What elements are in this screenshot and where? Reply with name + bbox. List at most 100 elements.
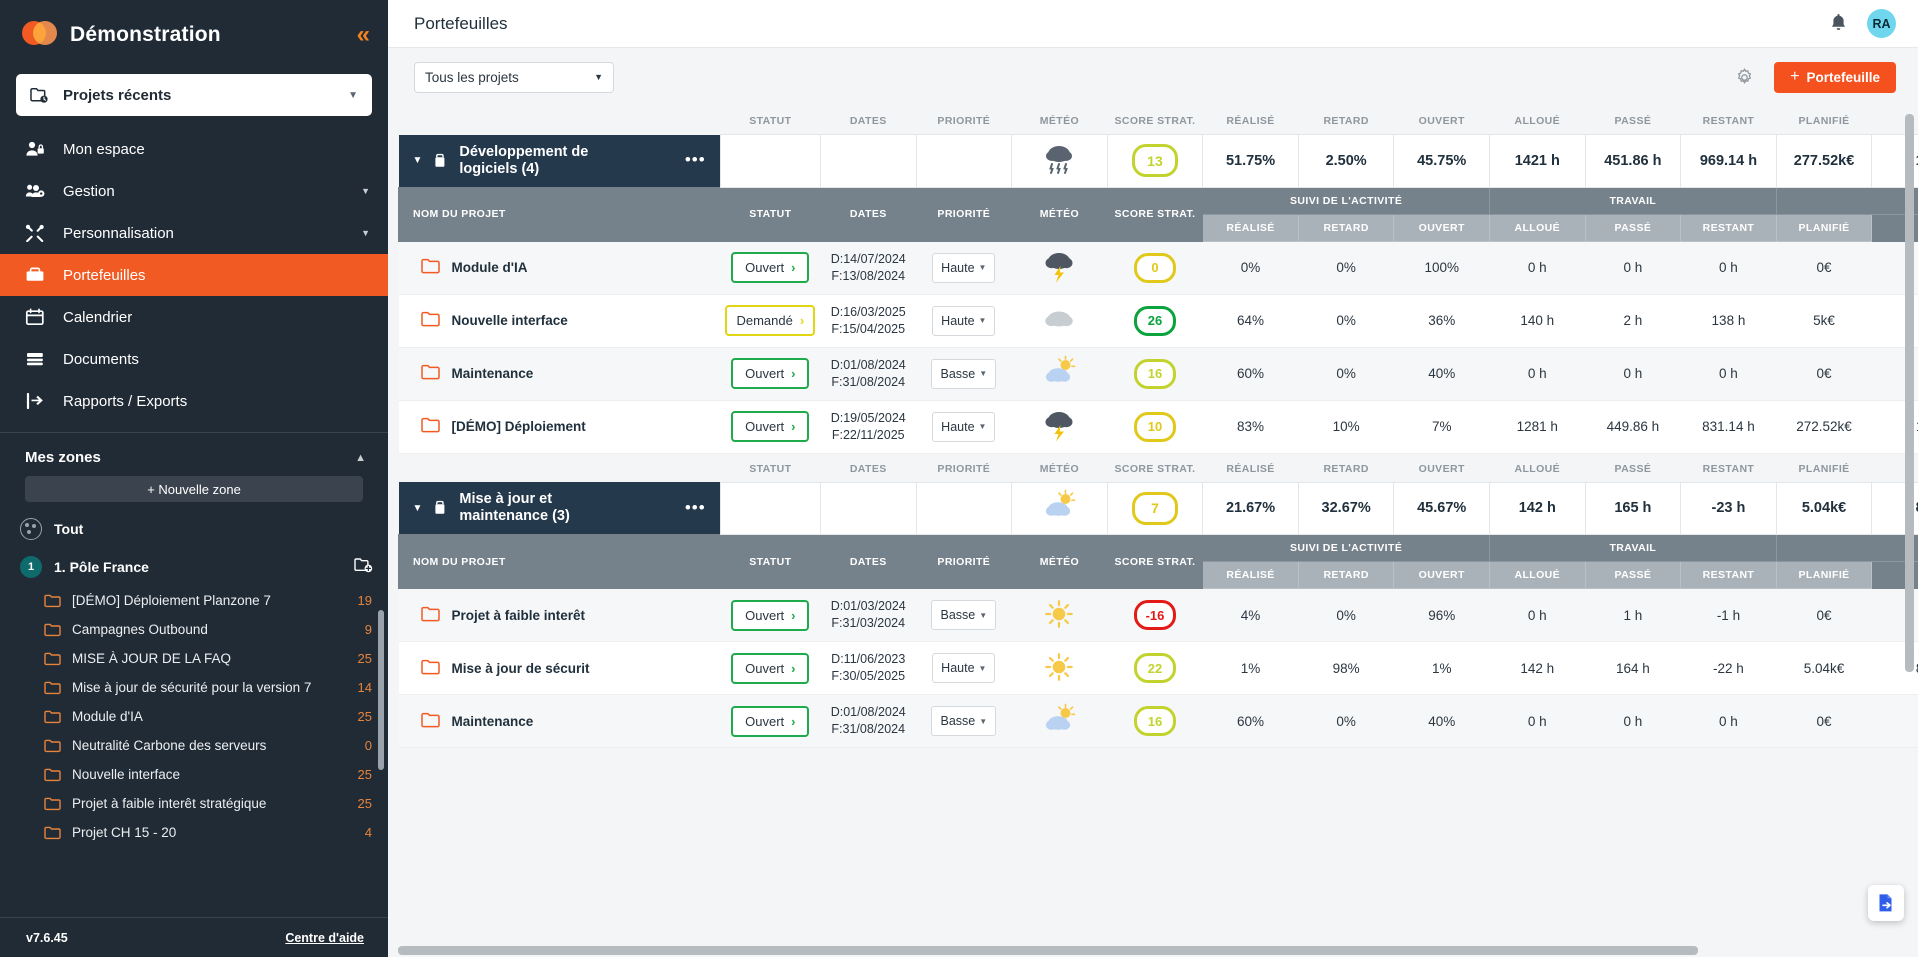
group-options-button[interactable]: ••• xyxy=(685,151,706,168)
priority-select[interactable]: Haute ▼ xyxy=(932,305,996,336)
list-item[interactable]: Projet à faible interêt stratégique 25 xyxy=(0,789,388,818)
add-folder-icon[interactable] xyxy=(354,557,374,577)
avatar[interactable]: RA xyxy=(1867,9,1896,38)
sidebar-item-rapports-exports[interactable]: Rapports / Exports xyxy=(0,380,388,422)
main-horizontal-scrollbar-thumb[interactable] xyxy=(398,946,1698,955)
project-statut-cell[interactable]: Demandé › xyxy=(720,294,821,348)
start-date: D:01/08/2024 xyxy=(830,705,906,719)
project-name-cell[interactable]: Mise à jour de sécurit xyxy=(398,641,721,695)
priority-select[interactable]: Haute ▼ xyxy=(932,411,996,442)
list-item[interactable]: Nouvelle interface 25 xyxy=(0,760,388,789)
table-row[interactable]: Maintenance Ouvert › D:01/08/2024 F:31/08… xyxy=(398,347,1918,401)
project-statut-cell[interactable]: Ouvert › xyxy=(720,347,821,401)
zone-label: Tout xyxy=(54,521,84,537)
group-title-cell[interactable]: ▼ Mise à jour et maintenance (3) ••• xyxy=(398,482,721,535)
status-badge[interactable]: Ouvert › xyxy=(731,652,810,684)
project-priorite-cell[interactable]: Basse ▼ xyxy=(916,347,1012,401)
add-portefeuille-button[interactable]: + Portefeuille xyxy=(1774,61,1896,93)
priority-select[interactable]: Haute ▼ xyxy=(932,252,996,283)
colhead-retard: RETARD xyxy=(1298,453,1394,482)
project-name-cell[interactable]: Maintenance xyxy=(398,694,721,748)
project-name-cell[interactable]: Module d'IA xyxy=(398,241,721,295)
table-row[interactable]: Maintenance Ouvert › D:01/08/2024 F:31/08… xyxy=(398,694,1918,748)
project-priorite-cell[interactable]: Haute ▼ xyxy=(916,294,1012,348)
priority-select[interactable]: Basse ▼ xyxy=(931,706,997,736)
table-row[interactable]: Module d'IA Ouvert › D:14/07/2024 F:13/08… xyxy=(398,241,1918,295)
project-score-cell: 26 xyxy=(1107,294,1203,348)
project-priorite-cell[interactable]: Basse ▼ xyxy=(916,588,1012,642)
calendar-icon xyxy=(25,308,51,326)
list-item[interactable]: Campagnes Outbound 9 xyxy=(0,615,388,644)
sidebar-item-gestion[interactable]: Gestion ▼ xyxy=(0,170,388,212)
table-row[interactable]: [DÉMO] Déploiement Ouvert › D:19/05/2024 … xyxy=(398,400,1918,454)
sidebar-item-personnalisation[interactable]: Personnalisation ▼ xyxy=(0,212,388,254)
new-zone-button[interactable]: + Nouvelle zone xyxy=(25,476,363,502)
weather-partly-cloudy-icon xyxy=(1046,355,1076,382)
zone-actions[interactable] xyxy=(354,557,374,577)
colhead-restant: RESTANT xyxy=(1680,106,1777,135)
zone-item-tout[interactable]: Tout xyxy=(0,510,388,548)
export-floating-button[interactable] xyxy=(1868,885,1904,921)
sidebar-item-documents[interactable]: Documents xyxy=(0,338,388,380)
sidebar-item-portefeuilles[interactable]: Portefeuilles xyxy=(0,254,388,296)
group-header-row[interactable]: ▼ Mise à jour et maintenance (3) ••• 7 2… xyxy=(398,481,1918,535)
table-row[interactable]: Mise à jour de sécurit Ouvert › D:11/06/2… xyxy=(398,641,1918,695)
main-vertical-scrollbar[interactable] xyxy=(1905,106,1916,957)
table-row[interactable]: Nouvelle interface Demandé › D:16/03/2025… xyxy=(398,294,1918,348)
sidebar-item-mon-espace[interactable]: Mon espace xyxy=(0,128,388,170)
collapse-sidebar-button[interactable]: « xyxy=(357,23,370,47)
project-statut-cell[interactable]: Ouvert › xyxy=(720,694,821,748)
sidebar-scrollbar-thumb[interactable] xyxy=(378,610,384,770)
project-statut-cell[interactable]: Ouvert › xyxy=(720,641,821,695)
status-badge[interactable]: Ouvert › xyxy=(731,411,810,442)
project-statut-cell[interactable]: Ouvert › xyxy=(720,588,821,642)
status-badge[interactable]: Ouvert › xyxy=(731,252,810,283)
project-name: Module d'IA xyxy=(72,709,143,724)
list-item[interactable]: Mise à jour de sécurité pour la version … xyxy=(0,673,388,702)
project-name-cell[interactable]: Nouvelle interface xyxy=(398,294,721,348)
group-header-row[interactable]: ▼ Développement de logiciels (4) ••• 13 … xyxy=(398,134,1918,188)
project-meteo-cell xyxy=(1011,400,1108,454)
list-item[interactable]: Projet CH 15 - 20 4 xyxy=(0,818,388,847)
priority-select[interactable]: Haute ▼ xyxy=(932,653,996,683)
project-ouvert-cell: 96% xyxy=(1393,588,1490,642)
colhead-passe: PASSÉ xyxy=(1585,106,1681,135)
status-badge[interactable]: Demandé › xyxy=(725,305,816,336)
sidebar-scrollbar[interactable] xyxy=(378,510,386,917)
chevron-right-icon: › xyxy=(791,660,796,676)
list-item[interactable]: [DÉMO] Déploiement Planzone 7 19 xyxy=(0,586,388,615)
project-meteo-cell xyxy=(1011,241,1108,295)
status-badge[interactable]: Ouvert › xyxy=(731,705,810,737)
project-name-cell[interactable]: Maintenance xyxy=(398,347,721,401)
priority-value: Haute xyxy=(941,419,975,434)
group-title-cell[interactable]: ▼ Développement de logiciels (4) ••• xyxy=(398,134,721,187)
list-item[interactable]: Neutralité Carbone des serveurs 0 xyxy=(0,731,388,760)
project-statut-cell[interactable]: Ouvert › xyxy=(720,400,821,454)
notifications-bell-icon[interactable] xyxy=(1830,14,1847,33)
table-row[interactable]: Projet à faible interêt Ouvert › D:01/03/… xyxy=(398,588,1918,642)
project-name-cell[interactable]: [DÉMO] Déploiement xyxy=(398,400,721,454)
zones-header[interactable]: Mes zones ▲ xyxy=(0,433,388,474)
main-vertical-scrollbar-thumb[interactable] xyxy=(1905,114,1914,672)
status-badge[interactable]: Ouvert › xyxy=(731,599,810,631)
recent-projects-selector[interactable]: Projets récents ▼ xyxy=(16,74,372,116)
project-priorite-cell[interactable]: Haute ▼ xyxy=(916,400,1012,454)
sidebar-item-calendrier[interactable]: Calendrier xyxy=(0,296,388,338)
group-collapse-caret-icon[interactable]: ▼ xyxy=(413,155,423,166)
list-item[interactable]: MISE À JOUR DE LA FAQ 25 xyxy=(0,644,388,673)
project-name-cell[interactable]: Projet à faible interêt xyxy=(398,588,721,642)
priority-select[interactable]: Basse ▼ xyxy=(931,600,997,630)
project-filter-select[interactable]: Tous les projets ▼ xyxy=(414,61,614,93)
priority-select[interactable]: Basse ▼ xyxy=(931,358,997,389)
help-center-link[interactable]: Centre d'aide xyxy=(285,931,364,945)
settings-gear-icon[interactable] xyxy=(1735,67,1754,87)
project-priorite-cell[interactable]: Haute ▼ xyxy=(916,241,1012,295)
status-badge[interactable]: Ouvert › xyxy=(731,358,810,389)
zone-item-pole-france[interactable]: 1 1. Pôle France xyxy=(0,548,388,586)
project-priorite-cell[interactable]: Basse ▼ xyxy=(916,694,1012,748)
group-collapse-caret-icon[interactable]: ▼ xyxy=(413,503,423,514)
project-statut-cell[interactable]: Ouvert › xyxy=(720,241,821,295)
project-priorite-cell[interactable]: Haute ▼ xyxy=(916,641,1012,695)
group-options-button[interactable]: ••• xyxy=(685,499,706,516)
list-item[interactable]: Module d'IA 25 xyxy=(0,702,388,731)
